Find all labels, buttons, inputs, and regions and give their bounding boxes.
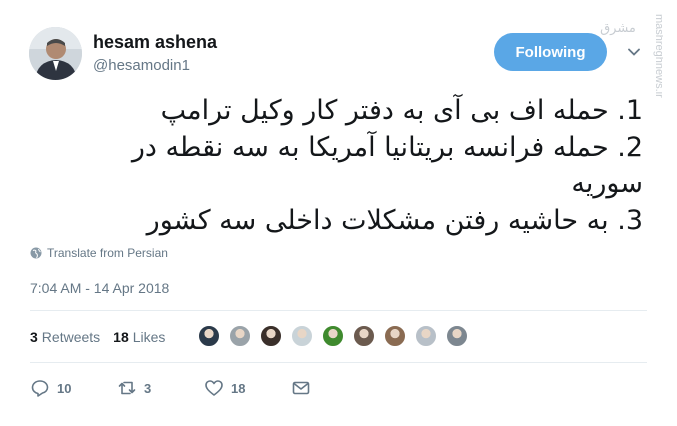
retweet-count: 3 bbox=[144, 380, 152, 396]
following-label: Following bbox=[515, 43, 586, 61]
translate-link[interactable]: Translate from Persian bbox=[30, 246, 168, 260]
watermark-logo: مشرق bbox=[598, 12, 638, 40]
display-name[interactable]: hesam ashena bbox=[93, 32, 217, 53]
tweet-actions: 10 3 18 bbox=[30, 378, 311, 398]
watermark-logo-text: مشرق bbox=[600, 21, 636, 36]
envelope-icon bbox=[292, 381, 310, 395]
divider bbox=[30, 310, 647, 311]
following-button[interactable]: Following bbox=[494, 33, 607, 71]
avatar[interactable] bbox=[29, 27, 82, 80]
liker-avatar[interactable] bbox=[321, 324, 345, 348]
tweet-line: 2. حمله فرانسه بریتانیا آمریکا به سه نقط… bbox=[131, 131, 643, 163]
tweet-line: 1. حمله اف بی آی به دفتر کار وکیل ترامپ bbox=[160, 95, 643, 126]
chevron-down-icon[interactable] bbox=[627, 45, 641, 59]
retweets-stat[interactable]: 3 Retweets bbox=[30, 329, 100, 345]
direct-message-button[interactable] bbox=[291, 378, 311, 398]
divider bbox=[30, 362, 647, 363]
tweet-line: سوریه bbox=[571, 168, 643, 199]
liker-avatar[interactable] bbox=[352, 324, 376, 348]
translate-label: Translate from Persian bbox=[47, 246, 168, 260]
watermark-site-text: mashreghnews.ir bbox=[653, 14, 663, 98]
globe-icon bbox=[30, 247, 42, 259]
liker-avatar[interactable] bbox=[228, 324, 252, 348]
retweets-label: Retweets bbox=[41, 329, 101, 345]
tweet-stats: 3 Retweets 18 Likes bbox=[30, 329, 165, 345]
retweets-count: 3 bbox=[30, 329, 38, 345]
likes-label: Likes bbox=[132, 329, 166, 345]
likes-count: 18 bbox=[113, 329, 129, 345]
tweet-text: 1. حمله اف بی آی به دفتر کار وکیل ترامپ … bbox=[118, 93, 643, 239]
timestamp[interactable]: 7:04 AM - 14 Apr 2018 bbox=[30, 280, 169, 296]
like-count: 18 bbox=[231, 380, 246, 396]
liker-avatar[interactable] bbox=[445, 324, 469, 348]
tweet-line: 3. به حاشیه رفتن مشکلات داخلی سه کشور bbox=[146, 204, 643, 236]
liker-avatars bbox=[197, 324, 476, 352]
likes-stat[interactable]: 18 Likes bbox=[113, 329, 165, 345]
retweet-button[interactable]: 3 bbox=[117, 378, 204, 398]
reply-icon bbox=[31, 380, 49, 397]
heart-icon bbox=[205, 380, 223, 396]
watermark-site: mashreghnews.ir bbox=[641, 12, 665, 122]
reply-count: 10 bbox=[57, 380, 72, 396]
handle[interactable]: @hesamodin1 bbox=[93, 57, 190, 74]
liker-avatar[interactable] bbox=[290, 324, 314, 348]
reply-button[interactable]: 10 bbox=[30, 378, 117, 398]
liker-avatar[interactable] bbox=[383, 324, 407, 348]
retweet-icon bbox=[118, 381, 136, 395]
like-button[interactable]: 18 bbox=[204, 378, 291, 398]
liker-avatar[interactable] bbox=[414, 324, 438, 348]
liker-avatar[interactable] bbox=[197, 324, 221, 348]
liker-avatar[interactable] bbox=[259, 324, 283, 348]
